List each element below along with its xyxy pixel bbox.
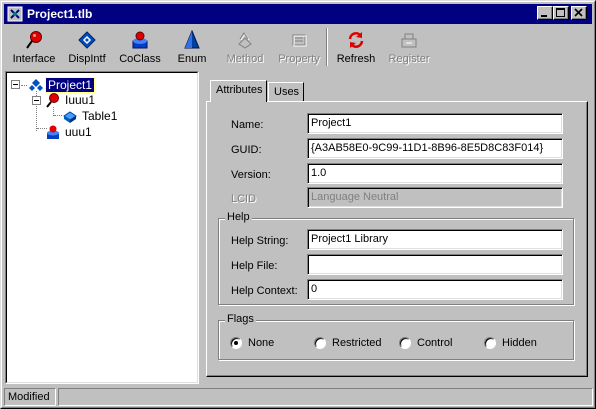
refresh-icon	[348, 32, 364, 48]
name-label: Name:	[231, 119, 264, 131]
radio-checked-icon	[230, 337, 242, 349]
guid-label: GUID:	[231, 144, 262, 156]
tab-uses-label: Uses	[274, 86, 300, 98]
close-icon	[574, 8, 583, 17]
tab-uses[interactable]: Uses	[268, 82, 304, 102]
radio-unchecked-icon	[399, 337, 411, 349]
tab-attributes[interactable]: Attributes	[210, 80, 267, 102]
coclass-label: CoClass	[119, 53, 161, 65]
main-window: Project1.tlb Interface DispIntf CoClass	[0, 0, 596, 409]
collapse-iuuu1-toggle[interactable]	[32, 96, 41, 105]
title-bar[interactable]: Project1.tlb	[4, 4, 592, 24]
window-title: Project1.tlb	[27, 7, 93, 21]
maximize-button[interactable]	[553, 6, 569, 20]
typelib-app-icon[interactable]	[7, 6, 23, 22]
register-icon	[401, 33, 417, 48]
refresh-button[interactable]: Refresh	[334, 28, 378, 68]
status-panel-secondary	[58, 388, 593, 406]
property-icon	[292, 34, 307, 47]
help-file-field[interactable]	[307, 254, 563, 275]
method-icon	[63, 111, 77, 123]
collapse-root-toggle[interactable]	[11, 80, 20, 89]
help-context-label: Help Context:	[231, 285, 298, 297]
typelib-icon	[29, 79, 43, 91]
property-button[interactable]: Property	[276, 28, 322, 68]
tree-node-label: Table1	[82, 109, 118, 123]
dispintf-label: DispIntf	[68, 53, 106, 65]
method-icon	[238, 32, 252, 49]
toolbar: Interface DispIntf CoClass Enum Method P…	[4, 25, 592, 69]
refresh-label: Refresh	[336, 53, 376, 65]
interface-icon	[46, 93, 59, 108]
status-bar: Modified	[4, 387, 593, 406]
close-button[interactable]	[571, 6, 587, 20]
method-label: Method	[226, 53, 264, 65]
enum-button[interactable]: Enum	[170, 28, 214, 68]
toolbar-separator	[326, 28, 328, 66]
interface-label: Interface	[12, 53, 56, 65]
tree-line	[21, 85, 27, 86]
flags-group-title: Flags	[225, 313, 256, 325]
coclass-button[interactable]: CoClass	[115, 28, 165, 68]
flag-control-label: Control	[417, 337, 453, 349]
tree-line	[54, 115, 62, 116]
help-context-field[interactable]: 0	[307, 279, 563, 300]
enum-label: Enum	[177, 53, 207, 65]
enum-icon	[184, 30, 200, 49]
lcid-field: Language Neutral	[307, 187, 563, 208]
method-button[interactable]: Method	[222, 28, 268, 68]
help-string-field[interactable]: Project1 Library	[307, 229, 563, 250]
tree-node-label: Iuuu1	[65, 93, 96, 107]
details-panel: Attributes Uses Name: Project1 GUID: {A3…	[200, 71, 593, 384]
tree-view[interactable]: Project1 Iuuu1 Table1 uuu1	[5, 71, 199, 384]
status-modified: Modified	[4, 388, 56, 406]
dispintf-icon	[78, 31, 96, 49]
attributes-page: Name: Project1 GUID: {A3AB58E0-9C99-11D1…	[206, 101, 588, 377]
maximize-icon	[556, 8, 565, 17]
flag-none-label: None	[248, 337, 275, 349]
version-label: Version:	[231, 169, 271, 181]
radio-unchecked-icon	[314, 337, 326, 349]
name-field[interactable]: Project1	[307, 113, 563, 134]
version-field[interactable]: 1.0	[307, 163, 563, 184]
lcid-label: LCID	[231, 193, 257, 205]
tab-attributes-label: Attributes	[216, 84, 263, 96]
tree-node-label: uuu1	[65, 125, 92, 139]
tree-node-label: Project1	[44, 77, 96, 93]
guid-field[interactable]: {A3AB58E0-9C99-11D1-8B96-8E5D8C83F014}	[307, 138, 563, 159]
property-label: Property	[278, 53, 320, 65]
flag-hidden-label: Hidden	[502, 337, 537, 349]
register-label: Register	[388, 53, 430, 65]
interface-button[interactable]: Interface	[8, 28, 60, 68]
help-string-label: Help String:	[231, 235, 289, 247]
coclass-icon	[47, 125, 59, 139]
register-button[interactable]: Register	[386, 28, 432, 68]
interface-icon	[26, 31, 42, 49]
help-file-label: Help File:	[231, 260, 278, 272]
dispintf-button[interactable]: DispIntf	[62, 28, 112, 68]
coclass-icon	[132, 31, 148, 49]
minimize-button[interactable]	[537, 6, 553, 20]
help-group-title: Help	[225, 211, 252, 223]
minimize-icon	[541, 15, 547, 17]
radio-unchecked-icon	[484, 337, 496, 349]
flag-restricted-label: Restricted	[332, 337, 382, 349]
